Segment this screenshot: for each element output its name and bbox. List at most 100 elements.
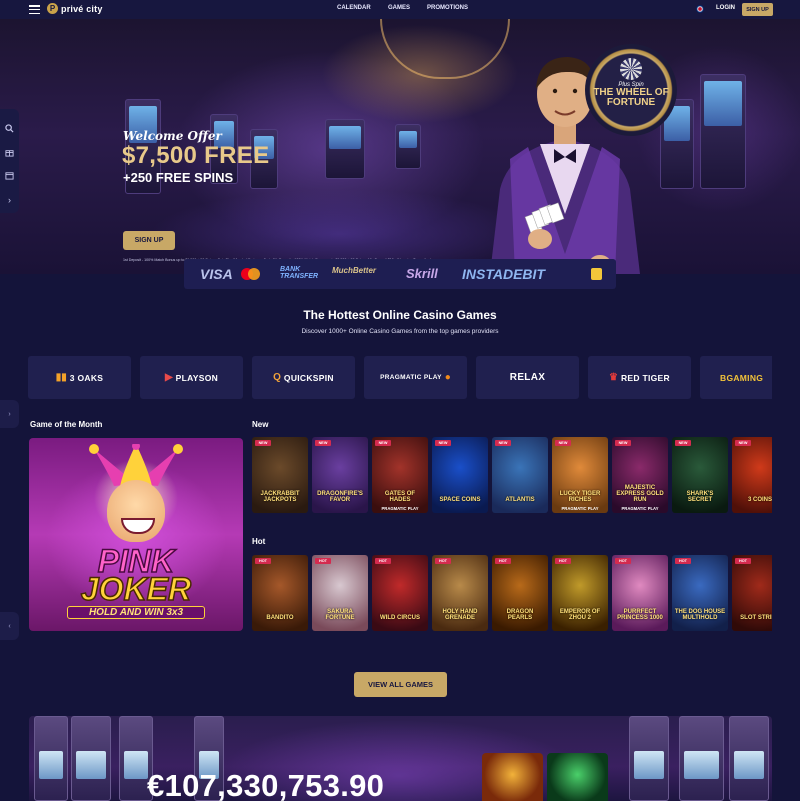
game-tile[interactable]: HOT SLOT STRIKE xyxy=(732,555,772,631)
game-badge: HOT xyxy=(315,558,331,564)
game-of-month-tile[interactable]: PINK JOKER HOLD AND WIN 3x3 xyxy=(29,438,243,631)
view-all-games-button[interactable]: VIEW ALL GAMES xyxy=(354,672,447,697)
signup-button-top[interactable]: SIGN UP xyxy=(742,3,773,16)
game-tile[interactable]: NEW ATLANTIS xyxy=(492,437,548,513)
game-tile[interactable]: NEW SPACE COINS xyxy=(432,437,488,513)
game-badge: NEW xyxy=(375,440,391,446)
muchbetter-logo: MuchBetter xyxy=(332,266,377,275)
hero-slot-machine xyxy=(700,74,746,189)
game-badge: HOT xyxy=(375,558,391,564)
menu-icon[interactable] xyxy=(29,5,40,15)
game-badge: HOT xyxy=(675,558,691,564)
game-title: MAJESTIC EXPRESS GOLD RUN xyxy=(616,485,664,503)
game-title: THE DOG HOUSE MULTIHOLD xyxy=(674,609,726,621)
jackpot-game-tile[interactable] xyxy=(482,753,543,801)
provider-relax[interactable]: RELAX xyxy=(476,356,579,399)
skrill-logo: Skrill xyxy=(406,266,438,281)
game-badge: HOT xyxy=(555,558,571,564)
game-title: WILD CIRCUS xyxy=(380,615,420,621)
section-title: The Hottest Online Casino Games xyxy=(303,308,497,322)
game-badge: HOT xyxy=(435,558,451,564)
game-tile[interactable]: NEW LUCKY TIGER RICHES PRAGMATIC PLAY xyxy=(552,437,608,513)
game-tile[interactable]: HOT WILD CIRCUS xyxy=(372,555,428,631)
providers-carousel: ▮▮ 3 OAKS ▶ PLAYSON Q QUICKSPIN PRAGMATIC P… xyxy=(28,356,772,399)
brand-logo[interactable]: P privé city xyxy=(47,3,103,14)
game-provider-caption: PRAGMATIC PLAY xyxy=(561,506,599,511)
hero-slot-machine xyxy=(325,119,365,179)
game-title: SLOT STRIKE xyxy=(740,615,772,621)
visa-logo: VISA xyxy=(200,266,233,282)
jackpot-slot-machine xyxy=(679,716,724,801)
language-flag-icon[interactable] xyxy=(696,5,704,13)
game-title: DRAGONFIRE'S FAVOR xyxy=(317,491,363,503)
3oaks-icon: ▮▮ xyxy=(55,372,67,383)
game-tile[interactable]: HOT DRAGON PEARLS xyxy=(492,555,548,631)
game-tile[interactable]: NEW JACKRABBIT JACKPOTS xyxy=(252,437,308,513)
game-title: DRAGON PEARLS xyxy=(506,609,534,621)
provider-3oaks[interactable]: ▮▮ 3 OAKS xyxy=(28,356,131,399)
hero-signup-button[interactable]: SIGN UP xyxy=(123,231,175,250)
game-tile[interactable]: NEW GATES OF HADES PRAGMATIC PLAY xyxy=(372,437,428,513)
game-badge: NEW xyxy=(255,440,271,446)
hero-slot-machine xyxy=(395,124,421,169)
provider-red-tiger[interactable]: ♛ RED TIGER xyxy=(588,356,691,399)
nav-link-calendar[interactable]: CALENDAR xyxy=(337,5,371,11)
brand-name: privé city xyxy=(61,3,103,14)
offer-amount: $7,500 FREE xyxy=(122,142,270,169)
gift-icon[interactable] xyxy=(4,147,15,158)
provider-playson[interactable]: ▶ PLAYSON xyxy=(140,356,243,399)
game-tile[interactable]: NEW SHARK'S SECRET xyxy=(672,437,728,513)
game-tile[interactable]: HOT SAKURA FORTUNE xyxy=(312,555,368,631)
search-icon[interactable] xyxy=(4,123,15,134)
hot-games-heading: Hot xyxy=(252,537,266,546)
jackpot-banner: €107,330,753.90 xyxy=(29,716,772,801)
game-badge: NEW xyxy=(315,440,331,446)
side-rail: › xyxy=(0,109,19,213)
provider-pragmatic-play[interactable]: PRAGMATIC PLAY ● xyxy=(364,356,467,399)
game-title: EMPEROR OF ZHOU 2 xyxy=(559,609,601,621)
game-title: SHARK'S SECRET xyxy=(686,491,714,503)
game-badge: HOT xyxy=(615,558,631,564)
jackpot-slot-machine xyxy=(71,716,111,801)
jackpot-game-tile[interactable] xyxy=(547,753,608,801)
payment-methods-strip: VISA BANK TRANSFER MuchBetter Skrill INS… xyxy=(184,259,616,289)
side-expand-tab-chevron-icon[interactable]: ‹ xyxy=(0,612,19,640)
top-navigation: P privé city CALENDAR GAMES PROMOTIONS L… xyxy=(0,0,800,19)
payment-extra-logo xyxy=(591,268,602,280)
game-title: SPACE COINS xyxy=(439,497,481,503)
wheel-of-fortune-badge[interactable]: Plus Spin THE WHEEL OF FORTUNE xyxy=(585,44,677,136)
nav-link-promotions[interactable]: PROMOTIONS xyxy=(427,5,468,11)
chevron-right-icon[interactable]: › xyxy=(4,194,15,205)
red-tiger-icon: ♛ xyxy=(609,372,618,383)
game-of-month-title-line2: JOKER xyxy=(80,571,192,607)
section-subtitle: Discover 1000+ Online Casino Games from … xyxy=(301,328,499,335)
offer-spins: +250 FREE SPINS xyxy=(123,170,234,185)
provider-quickspin[interactable]: Q QUICKSPIN xyxy=(252,356,355,399)
game-tile[interactable]: HOT THE DOG HOUSE MULTIHOLD xyxy=(672,555,728,631)
side-collapse-tab-chevron-icon[interactable]: › xyxy=(0,400,19,428)
game-tile[interactable]: NEW MAJESTIC EXPRESS GOLD RUN PRAGMATIC PL… xyxy=(612,437,668,513)
game-title: ATLANTIS xyxy=(505,497,535,503)
game-tile[interactable]: HOT HOLY HAND GRENADE xyxy=(432,555,488,631)
hot-games-row: HOT BANDITO HOT SAKURA FORTUNE HOT WILD CIRCU… xyxy=(252,555,772,631)
game-title: 3 COINS xyxy=(747,497,772,503)
provider-name: 3 OAKS xyxy=(69,372,104,383)
provider-name: RELAX xyxy=(509,372,546,383)
game-title: GATES OF HADES xyxy=(384,491,416,503)
welcome-offer-label: Welcome Offer xyxy=(123,129,222,143)
hero-banner: Plus Spin THE WHEEL OF FORTUNE Welcome O… xyxy=(0,19,800,274)
game-tile[interactable]: NEW DRAGONFIRE'S FAVOR xyxy=(312,437,368,513)
provider-name: RED TIGER xyxy=(620,372,670,383)
game-tile[interactable]: NEW 3 COINS xyxy=(732,437,772,513)
game-title: SAKURA FORTUNE xyxy=(325,609,355,621)
game-tile[interactable]: HOT BANDITO xyxy=(252,555,308,631)
bank-transfer-logo: BANK TRANSFER xyxy=(280,266,319,280)
provider-bgaming[interactable]: BGAMING xyxy=(700,356,772,399)
game-tile[interactable]: HOT EMPEROR OF ZHOU 2 xyxy=(552,555,608,631)
nav-link-games[interactable]: GAMES xyxy=(388,5,410,11)
login-button[interactable]: LOGIN xyxy=(716,5,735,11)
play-icon: ▶ xyxy=(164,372,173,383)
calendar-icon[interactable] xyxy=(4,170,15,181)
instadebit-logo: INSTADEBIT xyxy=(462,266,545,282)
game-tile[interactable]: HOT PURRFECT PRINCESS 1000 xyxy=(612,555,668,631)
